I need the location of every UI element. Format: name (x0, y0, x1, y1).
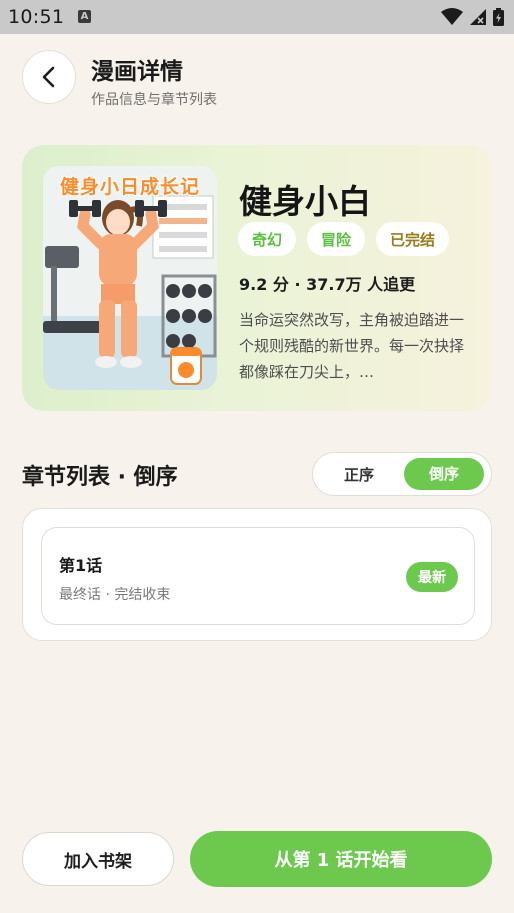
wifi-icon (441, 8, 463, 25)
cover-illustration (43, 166, 217, 390)
sort-descending-button[interactable]: 倒序 (404, 458, 484, 490)
tag-fantasy: 奇幻 (238, 222, 297, 256)
sort-order-toggle: 正序 倒序 (312, 452, 492, 496)
comic-title: 健身小白 (239, 182, 371, 221)
battery-icon (493, 8, 504, 26)
tag-adventure: 冒险 (307, 222, 366, 256)
page-subtitle: 作品信息与章节列表 (91, 92, 217, 108)
status-icons (441, 8, 504, 26)
sort-ascending-button[interactable]: 正序 (319, 458, 399, 490)
status-bar: 10:51 A (0, 0, 514, 34)
comic-description: 当命运突然改写，主角被迫踏进一个规则残酷的新世界。每一次抉择都像踩在刀尖上，… (239, 311, 465, 381)
chapter-name: 第1话 (59, 556, 103, 575)
latest-badge: 最新 (406, 562, 458, 592)
chapter-list-item[interactable]: 第1话 最终话 · 完结收束 最新 (41, 527, 475, 625)
comic-info-card: 健身小日成长记 健身小白 奇幻 冒险 已完结 9.2 分 · 37.7万 人追更… (22, 145, 491, 411)
text-a-icon: A (78, 10, 91, 23)
chapter-list: 第1话 最终话 · 完结收束 最新 (22, 508, 492, 641)
comic-stats: 9.2 分 · 37.7万 人追更 (239, 275, 416, 294)
signal-icon (470, 9, 486, 25)
add-to-shelf-button[interactable]: 加入书架 (22, 832, 174, 886)
status-time: 10:51 (8, 6, 65, 28)
cover-title-text: 健身小日成长记 (59, 176, 200, 198)
page-title: 漫画详情 (91, 59, 183, 85)
back-button[interactable] (22, 50, 76, 104)
chapter-section-title: 章节列表 · 倒序 (22, 465, 178, 490)
chapter-meta: 最终话 · 完结收束 (59, 587, 171, 603)
chevron-left-icon (42, 66, 55, 88)
tag-completed: 已完结 (376, 222, 450, 256)
comic-tags: 奇幻 冒险 已完结 (238, 222, 450, 256)
comic-cover-image[interactable]: 健身小日成长记 (43, 166, 217, 390)
start-reading-button[interactable]: 从第 1 话开始看 (190, 831, 492, 887)
